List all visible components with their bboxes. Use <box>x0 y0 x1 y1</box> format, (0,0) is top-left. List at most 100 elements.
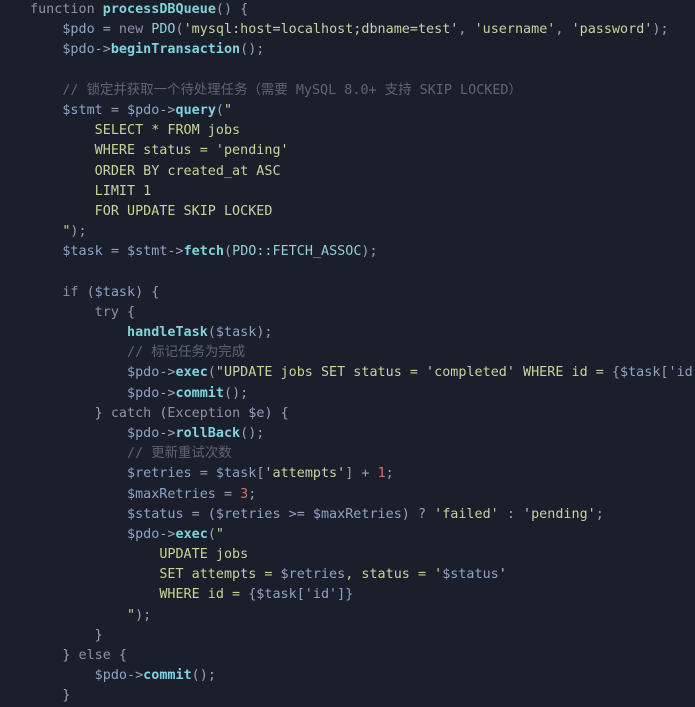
code-token-kw: new <box>118 22 144 38</box>
code-line: WHERE id = {$task['id']} <box>0 585 695 605</box>
code-token-str: 'username' <box>474 22 556 38</box>
code-token-cmt: // 更新重试次数 <box>126 446 232 462</box>
code-token-punc: { <box>118 304 136 320</box>
code-content[interactable]: function processDBQueue() { $pdo = new P… <box>0 0 695 707</box>
code-token-op: = <box>94 22 119 38</box>
code-token-op: -> <box>159 425 176 441</box>
code-line: // 锁定并获取一个待处理任务（需要 MySQL 8.0+ 支持 SKIP LO… <box>0 81 695 101</box>
code-token-punc: { <box>110 648 127 663</box>
code-line: } else { <box>0 646 695 666</box>
code-token-punc: , <box>458 22 475 38</box>
code-token-var: $pdo <box>62 42 95 58</box>
code-line: if ($task) { <box>0 283 695 303</box>
code-token-kw: if <box>62 284 79 300</box>
code-line: WHERE status = 'pending' <box>0 141 695 161</box>
code-token-var: $retries <box>215 506 281 522</box>
code-token-punc: ( <box>215 102 225 118</box>
code-line: UPDATE jobs <box>0 545 695 565</box>
code-token-meth: commit <box>143 668 192 684</box>
code-token-const: PDO <box>151 22 176 38</box>
code-token-interp: {$task['id']} <box>248 587 354 603</box>
code-token-sql: , status = ' <box>345 567 443 583</box>
code-token-op: -> <box>159 102 176 118</box>
code-token-str: " <box>126 607 136 623</box>
code-token-var: $task <box>62 244 103 260</box>
code-token-var: $maxRetries <box>312 506 402 522</box>
code-token-num: 1 <box>377 466 386 482</box>
code-token-sql: FOR UPDATE SKIP LOCKED <box>94 203 273 219</box>
code-editor-viewport[interactable]: function processDBQueue() { $pdo = new P… <box>0 0 695 703</box>
code-token-punc: ; <box>248 486 257 502</box>
code-token-op: >= <box>280 506 313 522</box>
code-token-punc: ( <box>175 22 184 38</box>
code-token-var: $retries <box>126 466 192 482</box>
code-token-op: -> <box>159 385 176 401</box>
code-token-sql: WHERE id = <box>159 587 249 603</box>
code-token-meth: rollBack <box>175 425 241 441</box>
code-token-punc: : <box>498 506 524 522</box>
code-token-punc: ); <box>135 607 152 623</box>
code-line: $pdo = new PDO('mysql:host=localhost;dbn… <box>0 20 695 40</box>
code-token-var: $pdo <box>126 425 160 441</box>
code-token-str: 'pending' <box>523 506 596 522</box>
code-token-op: -> <box>159 365 176 381</box>
code-token-var: $task <box>215 325 257 340</box>
code-token-punc: ] + <box>345 466 378 482</box>
code-token-var: $pdo <box>62 22 95 38</box>
code-token-punc: , <box>555 22 572 38</box>
code-line: $retries = $task['attempts'] + 1; <box>0 464 695 484</box>
code-token-var: $task <box>215 466 257 482</box>
code-token-meth: beginTransaction <box>110 42 241 58</box>
code-token-str: "UPDATE jobs SET status = 'completed' WH… <box>215 365 612 381</box>
code-token-punc: ); <box>652 22 669 38</box>
code-token-op: = <box>102 102 127 118</box>
code-token-fnb: handleTask <box>126 325 208 340</box>
code-line: // 标记任务为完成 <box>0 343 695 363</box>
code-token-punc: ( <box>207 365 216 381</box>
code-line: $maxRetries = 3; <box>0 485 695 505</box>
code-line: SELECT * FROM jobs <box>0 121 695 141</box>
code-token-punc: ( <box>151 405 168 421</box>
code-token-sql: UPDATE jobs <box>159 547 249 563</box>
code-token-str: 'mysql:host=localhost;dbname=test' <box>183 22 459 38</box>
code-line: $pdo->commit(); <box>0 384 695 404</box>
code-line: "); <box>0 222 695 242</box>
code-token-var: $task <box>94 284 136 300</box>
code-token-str: 'attempts' <box>264 466 346 482</box>
code-line: } <box>0 686 695 706</box>
code-token-punc: = ( <box>183 506 216 522</box>
code-token-punc: ); <box>70 224 87 240</box>
code-line: "); <box>0 606 695 626</box>
code-token-op: = <box>215 486 241 502</box>
code-token-punc: (); <box>191 668 216 684</box>
code-line: $status = ($retries >= $maxRetries) ? 'f… <box>0 505 695 525</box>
code-token-punc: ; <box>385 466 394 482</box>
code-token-punc: ( <box>207 325 216 340</box>
code-line: } <box>0 626 695 646</box>
code-token-punc: ); <box>256 325 273 340</box>
code-token-sql: LIMIT 1 <box>94 183 152 199</box>
code-token-meth: query <box>175 102 216 118</box>
code-token-sql: SELECT * FROM jobs <box>94 123 241 139</box>
code-token-kw: catch <box>110 405 152 421</box>
code-token-punc: ( <box>78 284 95 300</box>
code-token-punc: (); <box>240 42 265 58</box>
code-token-str: 'password' <box>571 22 653 38</box>
code-token-var: $pdo <box>126 526 160 542</box>
code-token-punc: } <box>62 648 79 663</box>
